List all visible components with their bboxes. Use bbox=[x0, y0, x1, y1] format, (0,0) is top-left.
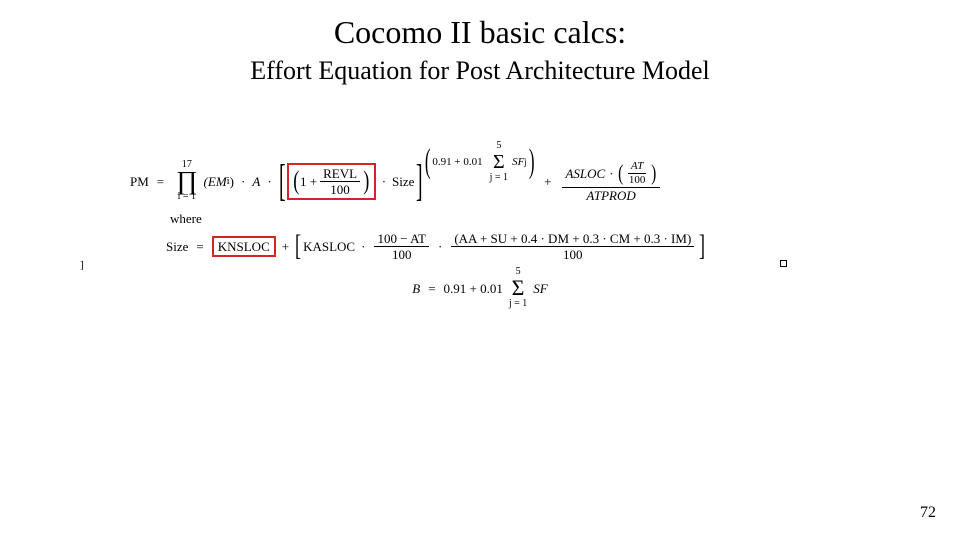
B-symbol: B bbox=[412, 282, 420, 295]
aa-num: (AA + SU + 0.4 · DM + 0.3 · CM + 0.3 · I… bbox=[451, 232, 694, 247]
size-rbracket: ] bbox=[699, 231, 705, 261]
product-operator: 17 ∏ i = 1 bbox=[176, 160, 197, 202]
at-frac: AT 100 bbox=[626, 161, 649, 186]
asloc-frac: ASLOC · ( AT 100 ) ATPROD bbox=[562, 160, 659, 202]
hundred-minus-at-frac: 100 − AT 100 bbox=[374, 232, 429, 261]
exp-rparen: ) bbox=[529, 149, 535, 175]
one-plus: 1 + bbox=[300, 175, 317, 188]
exp-sum-upper: 5 bbox=[496, 141, 501, 151]
aa-den: 100 bbox=[560, 247, 586, 261]
dot-3: · bbox=[382, 175, 386, 188]
slide-subtitle: Effort Equation for Post Architecture Mo… bbox=[0, 56, 960, 86]
revl-den: 100 bbox=[327, 182, 353, 196]
size-equals: = bbox=[196, 240, 203, 253]
exp-sf-sub: j bbox=[524, 158, 527, 167]
stray-left-bracket: ] bbox=[80, 260, 84, 271]
B-sf: SF bbox=[533, 282, 547, 295]
dot-1: · bbox=[241, 175, 245, 188]
size-equation: Size = KNSLOC + [ KASLOC · 100 − AT 100 … bbox=[166, 231, 830, 261]
aa-frac: (AA + SU + 0.4 · DM + 0.3 · CM + 0.3 · I… bbox=[451, 232, 694, 261]
asloc-text: ASLOC bbox=[565, 167, 605, 180]
exponent-content: ( 0.91 + 0.01 5 Σ j = 1 SFj ) bbox=[423, 141, 536, 183]
rparen-revl: ) bbox=[363, 168, 369, 194]
hmat-den: 100 bbox=[389, 247, 415, 261]
revl-num: REVL bbox=[320, 167, 360, 182]
page-number: 72 bbox=[920, 504, 936, 522]
exp-sum-lower: j = 1 bbox=[490, 173, 508, 183]
size-lbracket: [ bbox=[295, 231, 301, 261]
size-base: Size bbox=[392, 175, 414, 188]
em-open: (EM bbox=[204, 175, 227, 188]
kasloc-dot: · bbox=[361, 240, 365, 253]
asloc-num: ASLOC · ( AT 100 ) bbox=[562, 160, 659, 188]
revl-frac: REVL 100 bbox=[320, 167, 360, 196]
stray-right-box bbox=[780, 260, 787, 267]
dot-2: · bbox=[267, 175, 271, 188]
knsloc-redbox: KNSLOC bbox=[212, 236, 276, 257]
at-lparen: ( bbox=[618, 160, 623, 186]
hmat-num: 100 − AT bbox=[374, 232, 429, 247]
size-plus: + bbox=[282, 240, 289, 253]
at-num: AT bbox=[628, 161, 646, 174]
exp-sum-op: Σ bbox=[493, 151, 505, 173]
exp-sf: SF bbox=[512, 157, 524, 168]
big-right-bracket: ] bbox=[416, 161, 423, 201]
product-lower: i = 1 bbox=[178, 192, 196, 202]
formula-group: PM = 17 ∏ i = 1 (EMi) · A · [ ( 1 + REVL… bbox=[130, 160, 830, 309]
exp-pre: 0.91 + 0.01 bbox=[432, 157, 482, 168]
equals-sign: = bbox=[157, 175, 164, 188]
B-pre: 0.91 + 0.01 bbox=[444, 282, 503, 295]
B-sum: 5 Σ j = 1 bbox=[509, 267, 527, 309]
exp-lparen: ( bbox=[425, 149, 431, 175]
b-equation: B = 0.91 + 0.01 5 Σ j = 1 SF bbox=[130, 267, 830, 309]
plus-1: + bbox=[544, 175, 551, 188]
em-term: (EMi) bbox=[204, 175, 234, 188]
em-close: ) bbox=[230, 175, 234, 188]
kasloc-text: KASLOC bbox=[303, 240, 355, 253]
lparen-revl: ( bbox=[294, 168, 300, 194]
pm-equation: PM = 17 ∏ i = 1 (EMi) · A · [ ( 1 + REVL… bbox=[130, 160, 830, 202]
product-op: ∏ bbox=[176, 170, 197, 192]
size-dot-2: · bbox=[438, 240, 442, 253]
exp-sum: 5 Σ j = 1 bbox=[490, 141, 508, 183]
exponent-block: ( 0.91 + 0.01 5 Σ j = 1 SFj ) bbox=[423, 141, 536, 179]
B-sum-op: Σ bbox=[512, 277, 525, 299]
slide: Cocomo II basic calcs: Effort Equation f… bbox=[0, 0, 960, 540]
revl-redbox: ( 1 + REVL 100 ) bbox=[287, 163, 375, 200]
asloc-dot: · bbox=[609, 167, 613, 180]
big-left-bracket: [ bbox=[279, 161, 286, 201]
B-equals: = bbox=[428, 282, 435, 295]
slide-title: Cocomo II basic calcs: bbox=[0, 14, 960, 51]
knsloc-text: KNSLOC bbox=[218, 240, 270, 253]
B-sum-lower: j = 1 bbox=[509, 299, 527, 309]
at-rparen: ) bbox=[651, 160, 656, 186]
atprod: ATPROD bbox=[583, 188, 638, 202]
where-label: where bbox=[170, 212, 830, 225]
at-den: 100 bbox=[626, 174, 649, 186]
A-symbol: A bbox=[252, 175, 260, 188]
size-lhs: Size bbox=[166, 240, 188, 253]
pm-symbol: PM bbox=[130, 175, 149, 188]
